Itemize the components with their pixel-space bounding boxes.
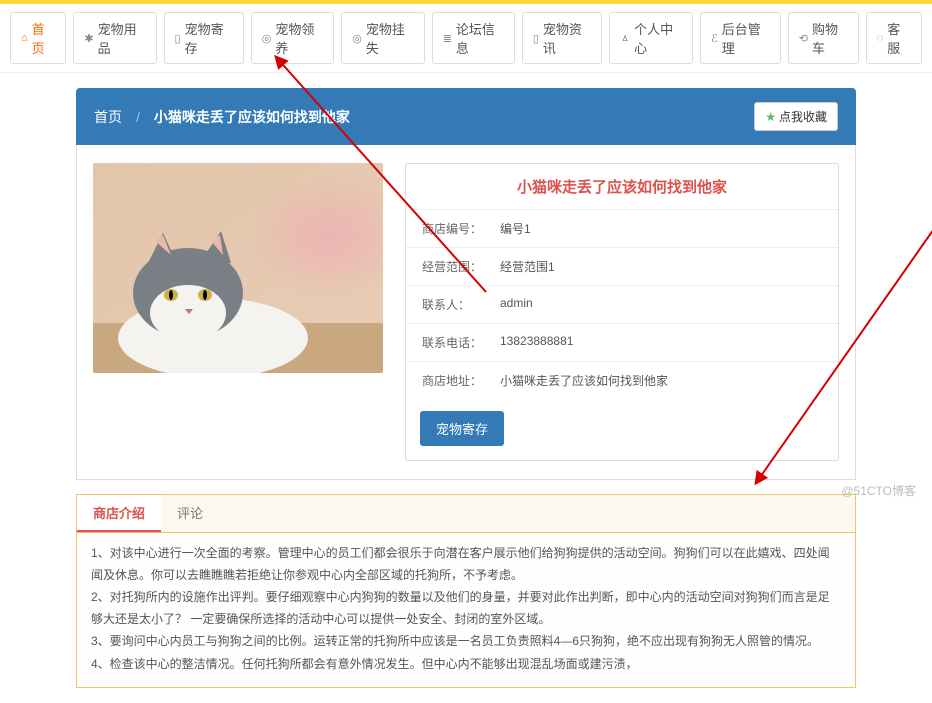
nav-icon: ✱ <box>84 32 93 45</box>
nav-label: 宠物寄存 <box>185 19 233 57</box>
nav-item-2[interactable]: ▯ 宠物寄存 <box>164 12 244 64</box>
nav-label: 论坛信息 <box>456 19 504 57</box>
tab-bar: 商店介绍评论 <box>77 495 855 533</box>
breadcrumb-separator: / <box>136 109 140 125</box>
nav-item-4[interactable]: ◎ 宠物挂失 <box>341 12 425 64</box>
nav-label: 客服 <box>887 19 911 57</box>
nav-icon: ℰ <box>711 32 718 45</box>
detail-row: 联系人：admin <box>406 286 838 324</box>
nav-icon: ≣ <box>443 32 452 45</box>
pet-storage-button[interactable]: 宠物寄存 <box>420 411 504 446</box>
nav-label: 宠物用品 <box>98 19 146 57</box>
intro-line: 4、检查该中心的整洁情况。任何托狗所都会有意外情况发生。但中心内不能够出现混乱场… <box>91 654 841 676</box>
detail-row-value: 编号1 <box>500 220 531 237</box>
nav-item-0[interactable]: ⌂ 首页 <box>10 12 66 64</box>
nav-item-9[interactable]: ⟲ 购物车 <box>788 12 859 64</box>
nav-label: 宠物资讯 <box>543 19 591 57</box>
store-intro-content: 1、对该中心进行一次全面的考察。管理中心的员工们都会很乐于向潜在客户展示他们给狗… <box>77 533 855 687</box>
nav-label: 购物车 <box>812 19 848 57</box>
detail-row: 经营范围：经营范围1 <box>406 248 838 286</box>
nav-icon: ▯ <box>533 32 539 45</box>
nav-icon: ㅿ <box>620 30 630 46</box>
nav-item-1[interactable]: ✱ 宠物用品 <box>73 12 156 64</box>
nav-icon: ⟲ <box>799 32 808 45</box>
nav-icon: ◎ <box>262 32 272 45</box>
tab-0[interactable]: 商店介绍 <box>77 495 161 532</box>
detail-row: 商店编号：编号1 <box>406 210 838 248</box>
nav-label: 个人中心 <box>634 19 682 57</box>
breadcrumb-current: 小猫咪走丢了应该如何找到他家 <box>154 107 350 127</box>
detail-row-label: 商店编号： <box>422 220 500 237</box>
nav-icon: ▯ <box>175 32 181 45</box>
nav-label: 宠物挂失 <box>366 19 414 57</box>
detail-row-label: 商店地址： <box>422 372 500 389</box>
detail-row: 联系电话：13823888881 <box>406 324 838 362</box>
nav-icon: ⌂ <box>21 32 28 44</box>
watermark: @51CTO博客 <box>841 482 916 499</box>
nav-item-10[interactable]: ◌客服 <box>866 12 922 64</box>
nav-label: 首页 <box>32 19 56 57</box>
detail-row: 商店地址：小猫咪走丢了应该如何找到他家 <box>406 362 838 399</box>
favorite-button[interactable]: ★点我收藏 <box>754 102 838 131</box>
nav-item-5[interactable]: ≣ 论坛信息 <box>432 12 515 64</box>
detail-title: 小猫咪走丢了应该如何找到他家 <box>406 164 838 210</box>
intro-line: 2、对托狗所内的设施作出评判。要仔细观察中心内狗狗的数量以及他们的身量，并要对此… <box>91 587 841 630</box>
detail-row-value: 小猫咪走丢了应该如何找到他家 <box>500 372 668 389</box>
nav-label: 后台管理 <box>722 19 770 57</box>
breadcrumb: 首页 / 小猫咪走丢了应该如何找到他家 ★点我收藏 <box>76 88 856 145</box>
detail-row-label: 联系人： <box>422 296 500 313</box>
intro-line: 3、要询问中心内员工与狗狗之间的比例。运转正常的托狗所中应该是一名员工负责照料4… <box>91 631 841 653</box>
top-nav: ⌂首页✱宠物用品▯宠物寄存◎宠物领养◎宠物挂失≣论坛信息▯宠物资讯ㅿ个人中心ℰ后… <box>0 4 932 73</box>
nav-item-3[interactable]: ◎宠物领养 <box>251 12 335 64</box>
breadcrumb-home[interactable]: 首页 <box>94 107 122 127</box>
product-image <box>93 163 383 373</box>
intro-line: 1、对该中心进行一次全面的考察。管理中心的员工们都会很乐于向潜在客户展示他们给狗… <box>91 543 841 586</box>
detail-row-value: admin <box>500 296 533 313</box>
detail-row-label: 联系电话： <box>422 334 500 351</box>
nav-item-6[interactable]: ▯ 宠物资讯 <box>522 12 602 64</box>
nav-icon: ◌ <box>877 32 884 44</box>
detail-panel: 小猫咪走丢了应该如何找到他家 商店编号：编号1经营范围：经营范围1联系人：adm… <box>405 163 839 461</box>
star-icon: ★ <box>765 110 776 124</box>
detail-row-label: 经营范围： <box>422 258 500 275</box>
detail-row-value: 经营范围1 <box>500 258 555 275</box>
detail-row-value: 13823888881 <box>500 334 573 351</box>
nav-item-8[interactable]: ℰ 后台管理 <box>700 12 781 64</box>
nav-label: 宠物领养 <box>275 19 323 57</box>
nav-icon: ◎ <box>352 32 362 45</box>
nav-item-7[interactable]: ㅿ个人中心 <box>609 12 693 64</box>
tab-1[interactable]: 评论 <box>161 495 219 532</box>
